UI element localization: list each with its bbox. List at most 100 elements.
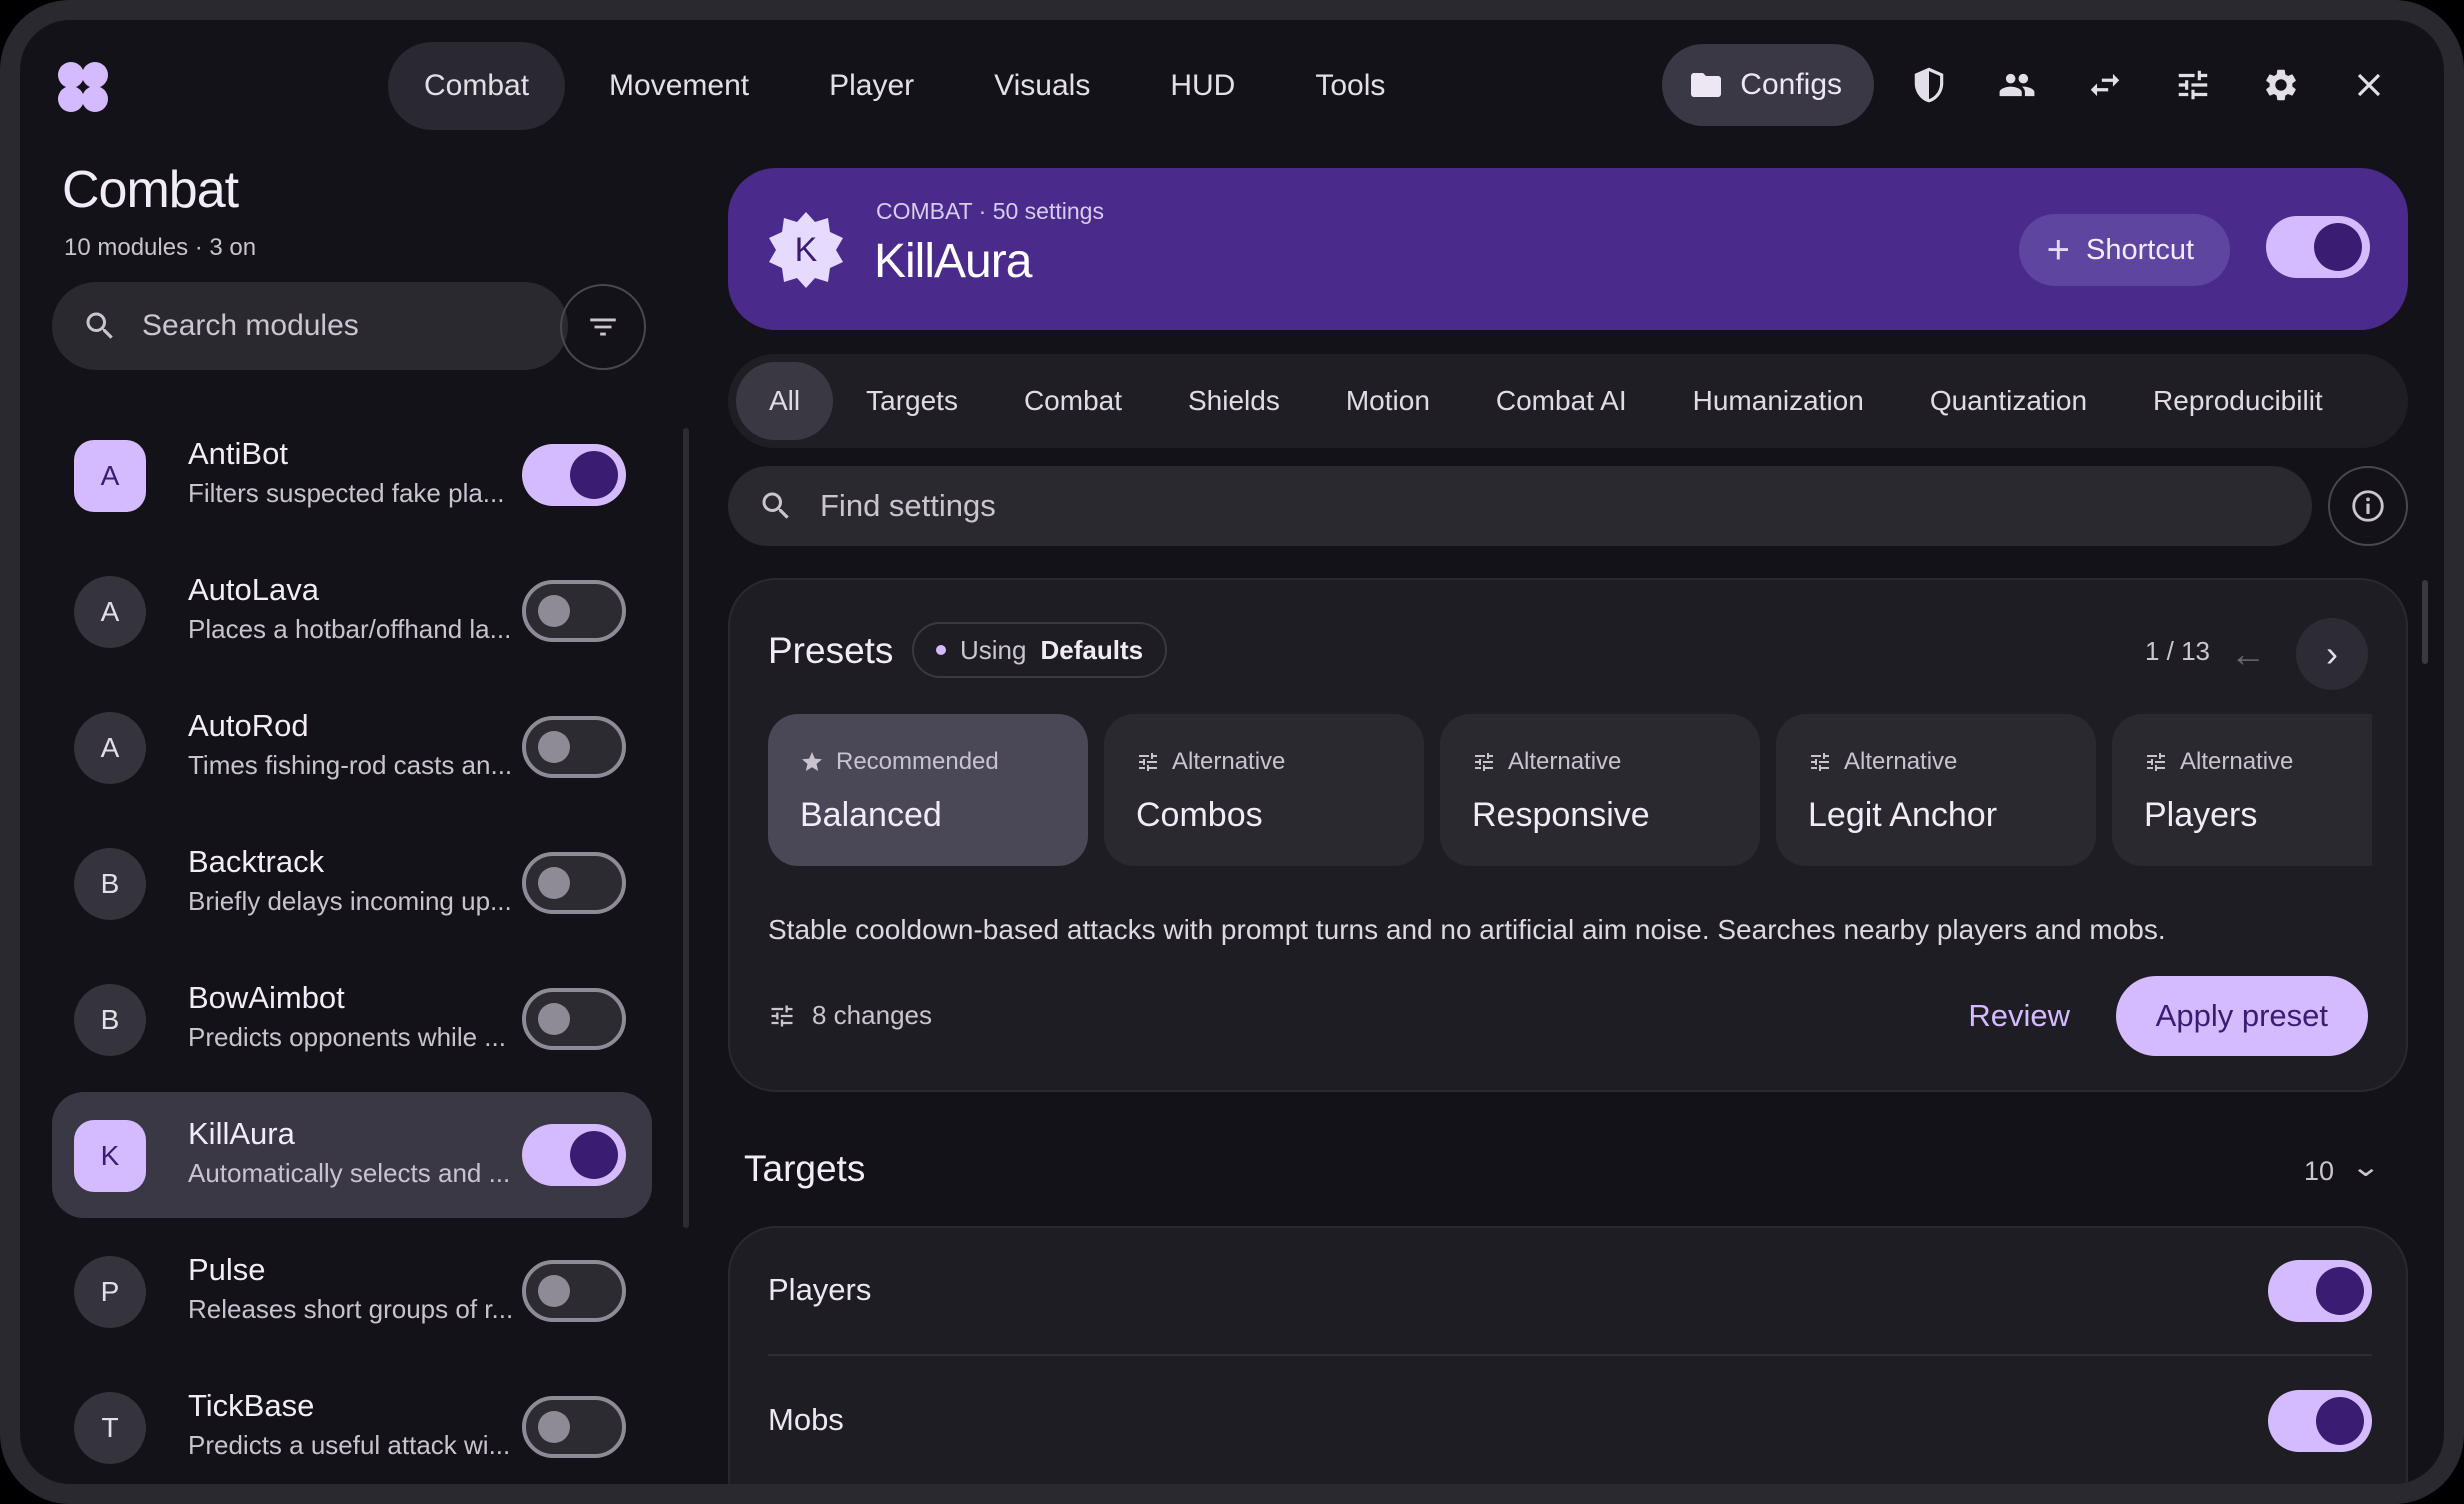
module-item-antibot[interactable]: A AntiBot Filters suspected fake pla... bbox=[52, 412, 652, 538]
module-toggle[interactable] bbox=[522, 444, 626, 506]
tune-icon bbox=[1811, 753, 1829, 771]
using-value: Defaults bbox=[1040, 634, 1144, 665]
preset-name: Responsive bbox=[1472, 796, 1650, 834]
sidebar-scrollbar[interactable] bbox=[683, 428, 689, 1228]
module-header: K COMBAT · 50 settings KillAura + Shortc… bbox=[728, 168, 2408, 330]
module-badge: K bbox=[766, 210, 846, 290]
preset-card-legit-anchor[interactable]: Alternative Legit Anchor bbox=[1776, 714, 2096, 866]
module-toggle[interactable] bbox=[522, 1396, 626, 1458]
swap-button[interactable] bbox=[2072, 52, 2138, 118]
configs-label: Configs bbox=[1740, 68, 1842, 101]
nav-tab-visuals[interactable]: Visuals bbox=[958, 42, 1126, 130]
setting-label: Players bbox=[768, 1272, 872, 1307]
info-button[interactable] bbox=[2328, 466, 2408, 546]
tab-targets[interactable]: Targets bbox=[833, 362, 991, 440]
shortcut-label: Shortcut bbox=[2086, 233, 2194, 266]
close-button[interactable] bbox=[2336, 52, 2402, 118]
filter-button[interactable] bbox=[560, 284, 646, 370]
shield-button[interactable] bbox=[1896, 52, 1962, 118]
module-name: AutoLava bbox=[188, 572, 319, 607]
tab-combat-ai[interactable]: Combat AI bbox=[1463, 362, 1660, 440]
preset-card-combos[interactable]: Alternative Combos bbox=[1104, 714, 1424, 866]
preset-list: Recommended Balanced Alternative Combos … bbox=[768, 714, 2372, 866]
module-avatar: A bbox=[74, 440, 146, 512]
presets-title: Presets bbox=[768, 630, 894, 671]
module-item-bowaimbot[interactable]: B BowAimbot Predicts opponents while ... bbox=[52, 956, 652, 1082]
module-item-pulse[interactable]: P Pulse Releases short groups of r... bbox=[52, 1228, 652, 1354]
module-toggle[interactable] bbox=[522, 852, 626, 914]
arrow-left-icon: ← bbox=[2230, 633, 2266, 674]
module-item-backtrack[interactable]: B Backtrack Briefly delays incoming up..… bbox=[52, 820, 652, 946]
nav-tab-combat[interactable]: Combat bbox=[388, 42, 566, 130]
module-item-autorod[interactable]: A AutoRod Times fishing-rod casts an... bbox=[52, 684, 652, 810]
module-avatar: B bbox=[74, 848, 146, 920]
setting-toggle[interactable] bbox=[2268, 1390, 2372, 1452]
preset-card-balanced[interactable]: Recommended Balanced bbox=[768, 714, 1088, 866]
module-description: Briefly delays incoming up... bbox=[188, 886, 512, 916]
preset-next-button[interactable]: › bbox=[2296, 618, 2368, 690]
nav-tab-player[interactable]: Player bbox=[793, 42, 950, 130]
module-item-autolava[interactable]: A AutoLava Places a hotbar/offhand la... bbox=[52, 548, 652, 674]
preset-tag: Alternative bbox=[1136, 748, 1285, 776]
module-list: A AntiBot Filters suspected fake pla... … bbox=[52, 412, 652, 1484]
module-description: Releases short groups of r... bbox=[188, 1294, 514, 1324]
setting-row-players[interactable]: Players bbox=[768, 1228, 2372, 1356]
close-icon bbox=[2357, 73, 2381, 97]
settings-search-placeholder: Find settings bbox=[820, 488, 996, 523]
apply-preset-button[interactable]: Apply preset bbox=[2115, 976, 2368, 1056]
chevron-down-icon[interactable]: ⌄ bbox=[2350, 1150, 2381, 1183]
friends-button[interactable] bbox=[1984, 52, 2050, 118]
preset-card-responsive[interactable]: Alternative Responsive bbox=[1440, 714, 1760, 866]
tab-combat[interactable]: Combat bbox=[991, 362, 1155, 440]
settings-button[interactable] bbox=[2248, 52, 2314, 118]
configs-button[interactable]: Configs bbox=[1662, 44, 1874, 126]
folder-icon bbox=[1691, 73, 1722, 97]
preset-card-players[interactable]: Alternative Players bbox=[2112, 714, 2372, 866]
module-toggle[interactable] bbox=[522, 1124, 626, 1186]
targets-section-title: Targets bbox=[744, 1148, 866, 1189]
presets-card: Presets Using Defaults 1 / 13 ← › Recomm… bbox=[728, 578, 2408, 1092]
preset-prev-button[interactable]: ← bbox=[2212, 618, 2284, 690]
tab-humanization[interactable]: Humanization bbox=[1660, 362, 1897, 440]
preset-tag-label: Alternative bbox=[2180, 748, 2294, 775]
module-toggle[interactable] bbox=[522, 1260, 626, 1322]
module-kicker: COMBAT · 50 settings bbox=[876, 198, 1104, 224]
module-toggle[interactable] bbox=[522, 988, 626, 1050]
module-item-killaura[interactable]: K KillAura Automatically selects and ... bbox=[52, 1092, 652, 1218]
preset-tag-label: Alternative bbox=[1508, 748, 1622, 775]
setting-toggle[interactable] bbox=[2268, 1260, 2372, 1322]
nav-tab-tools[interactable]: Tools bbox=[1279, 42, 1421, 130]
settings-search-input[interactable]: Find settings bbox=[728, 466, 2312, 546]
module-name: KillAura bbox=[188, 1116, 295, 1151]
preset-tag: Alternative bbox=[1472, 748, 1621, 776]
module-search-input[interactable]: Search modules bbox=[52, 282, 568, 370]
module-description: Predicts a useful attack wi... bbox=[188, 1430, 511, 1460]
shortcut-button[interactable]: + Shortcut bbox=[2018, 214, 2230, 286]
module-toggle[interactable] bbox=[522, 716, 626, 778]
preset-name: Balanced bbox=[800, 796, 942, 834]
tune-button[interactable] bbox=[2160, 52, 2226, 118]
preset-tag: Alternative bbox=[2144, 748, 2293, 776]
nav-tab-movement[interactable]: Movement bbox=[573, 42, 785, 130]
status-dot-icon bbox=[936, 645, 946, 655]
module-toggle[interactable] bbox=[522, 580, 626, 642]
preset-name: Combos bbox=[1136, 796, 1263, 834]
tune-icon bbox=[1139, 753, 1157, 771]
main-scrollbar[interactable] bbox=[2422, 580, 2428, 664]
module-enable-toggle[interactable] bbox=[2266, 216, 2370, 278]
tab-reproducibility[interactable]: Reproducibilit bbox=[2120, 362, 2356, 440]
module-item-tickbase[interactable]: T TickBase Predicts a useful attack wi..… bbox=[52, 1364, 652, 1484]
filter-icon bbox=[590, 318, 616, 336]
tune-icon bbox=[2178, 70, 2208, 100]
tab-motion[interactable]: Motion bbox=[1313, 362, 1463, 440]
tab-quantization[interactable]: Quantization bbox=[1897, 362, 2120, 440]
review-button[interactable]: Review bbox=[1968, 998, 2070, 1034]
setting-row-mobs[interactable]: Mobs bbox=[768, 1358, 2372, 1484]
nav-tab-hud[interactable]: HUD bbox=[1134, 42, 1271, 130]
shield-icon bbox=[1914, 67, 1944, 103]
module-description: Times fishing-rod casts an... bbox=[188, 750, 513, 780]
preset-changes: 8 changes bbox=[768, 1000, 932, 1031]
tab-all[interactable]: All bbox=[736, 362, 834, 440]
tab-shields[interactable]: Shields bbox=[1155, 362, 1313, 440]
module-name: Backtrack bbox=[188, 844, 325, 879]
